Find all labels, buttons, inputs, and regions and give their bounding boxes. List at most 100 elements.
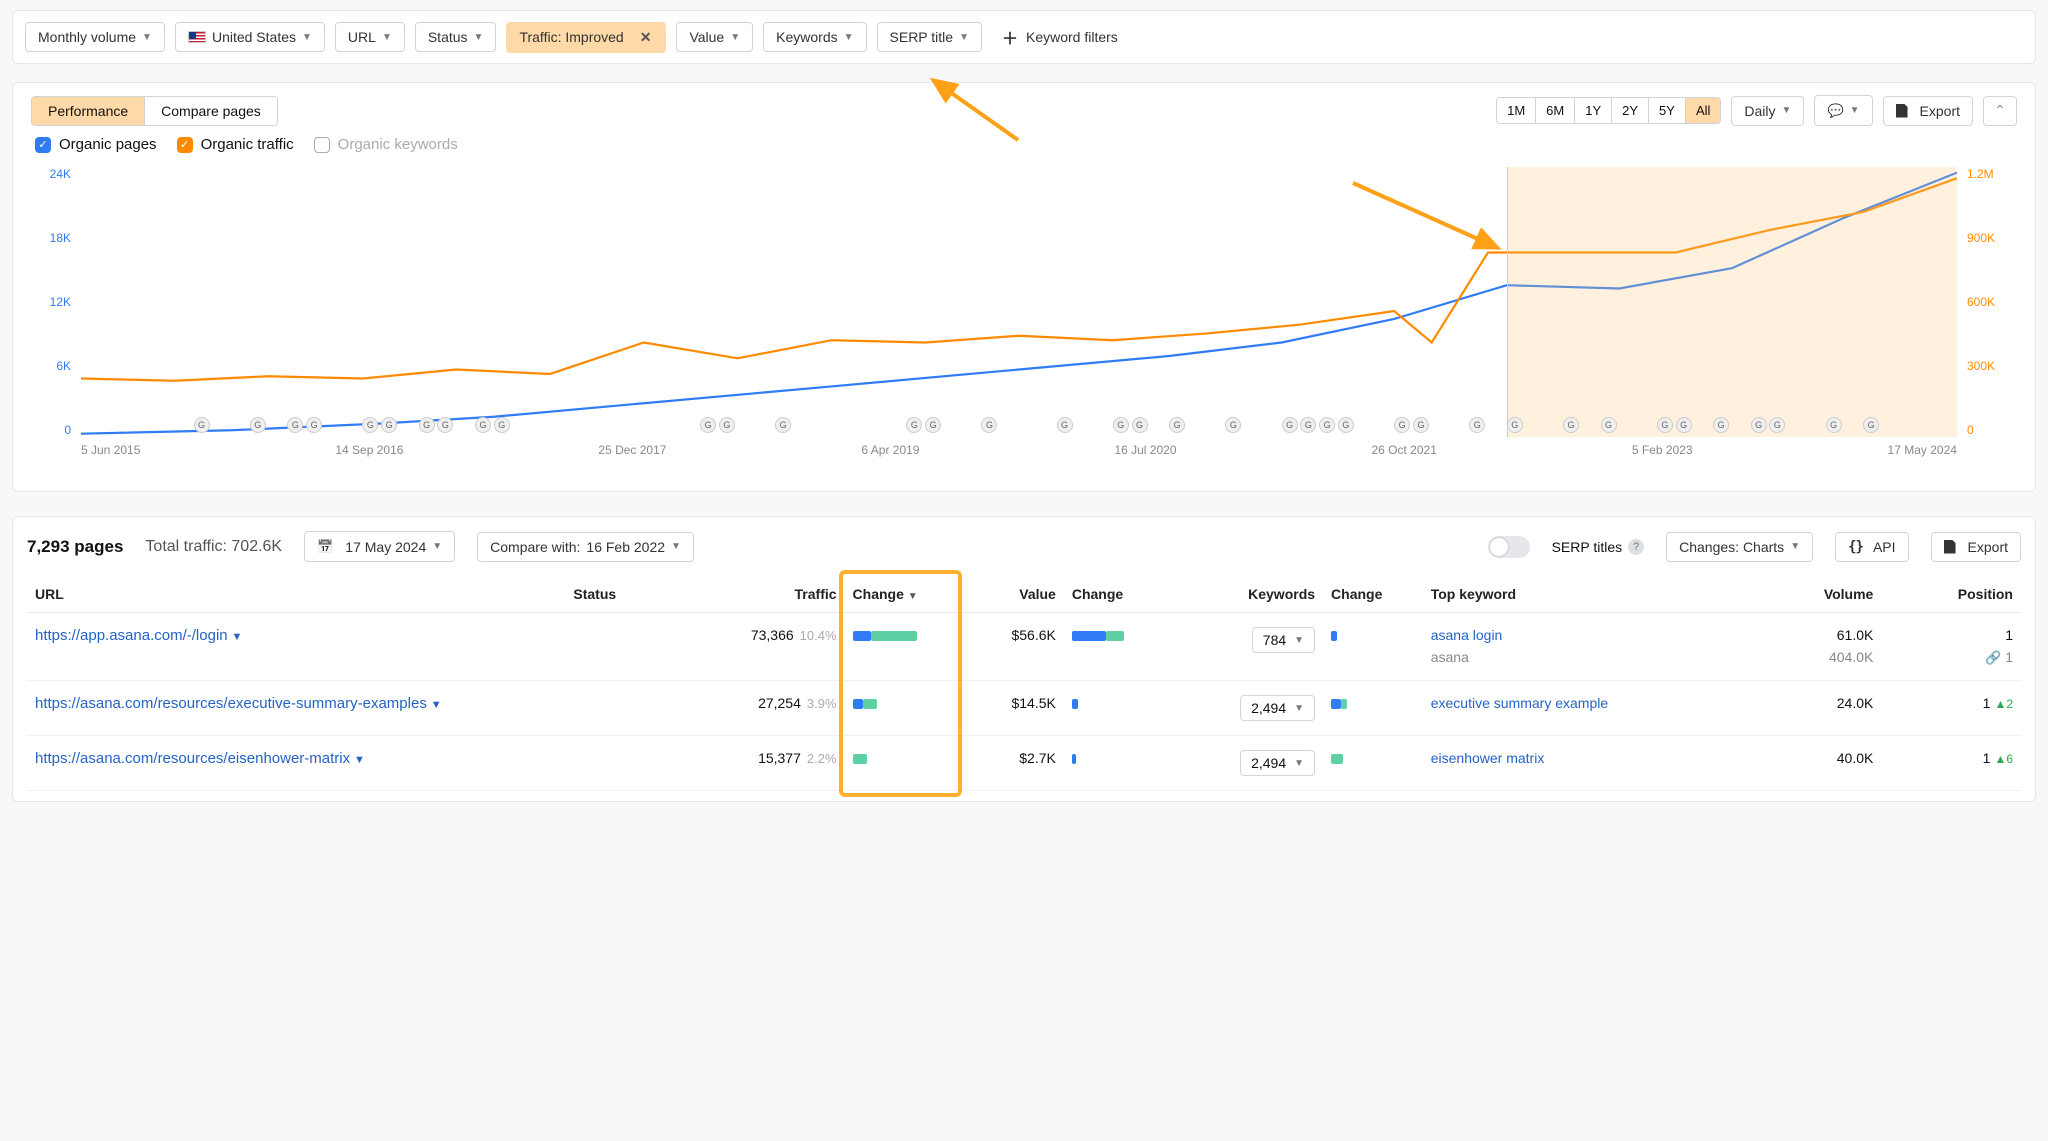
keywords-count-button[interactable]: 784 ▼: [1252, 627, 1315, 653]
google-update-icon[interactable]: G: [437, 417, 453, 433]
page-url-link[interactable]: https://asana.com/resources/eisenhower-m…: [35, 750, 350, 767]
api-button[interactable]: {}API: [1835, 532, 1908, 562]
google-update-icon[interactable]: G: [1826, 417, 1842, 433]
chevron-down-icon[interactable]: ▼: [431, 699, 442, 711]
granularity-select[interactable]: Daily▼: [1731, 96, 1804, 126]
col-status[interactable]: Status: [565, 576, 665, 613]
col-change-traffic[interactable]: Change ▼: [845, 576, 965, 613]
filter-keywords[interactable]: Keywords▼: [763, 22, 866, 52]
google-update-icon[interactable]: G: [250, 417, 266, 433]
legend-organic-traffic[interactable]: ✓Organic traffic: [177, 136, 294, 153]
top-keyword-link[interactable]: executive summary example: [1431, 695, 1608, 711]
google-update-icon[interactable]: G: [1469, 417, 1485, 433]
keywords-count-button[interactable]: 2,494 ▼: [1240, 695, 1315, 721]
legend-organic-pages[interactable]: ✓Organic pages: [35, 136, 157, 153]
filter-value[interactable]: Value▼: [676, 22, 753, 52]
col-volume[interactable]: Volume: [1742, 576, 1882, 613]
google-update-icon[interactable]: G: [494, 417, 510, 433]
google-update-icon[interactable]: G: [906, 417, 922, 433]
google-update-icon[interactable]: G: [381, 417, 397, 433]
google-update-icon[interactable]: G: [981, 417, 997, 433]
top-keyword-link[interactable]: asana login: [1431, 627, 1503, 643]
range-5y[interactable]: 5Y: [1648, 98, 1685, 123]
google-update-icon[interactable]: G: [1132, 417, 1148, 433]
date-picker[interactable]: 17 May 2024▼: [304, 531, 455, 562]
col-change-keywords[interactable]: Change: [1323, 576, 1423, 613]
tab-compare-pages[interactable]: Compare pages: [144, 97, 277, 125]
col-url[interactable]: URL: [27, 576, 565, 613]
filter-traffic-improved[interactable]: Traffic: Improved✕: [506, 22, 666, 53]
google-update-icon[interactable]: G: [1413, 417, 1429, 433]
col-value[interactable]: Value: [964, 576, 1064, 613]
col-keywords[interactable]: Keywords: [1183, 576, 1323, 613]
google-update-icon[interactable]: G: [1113, 417, 1129, 433]
top-keyword-link[interactable]: asana: [1431, 649, 1469, 665]
google-update-icon[interactable]: G: [1319, 417, 1335, 433]
page-url-link[interactable]: https://app.asana.com/-/login: [35, 627, 228, 644]
top-keyword-link[interactable]: eisenhower matrix: [1431, 750, 1545, 766]
export-table-button[interactable]: Export: [1931, 532, 2021, 562]
google-update-icon[interactable]: G: [1657, 417, 1673, 433]
range-6m[interactable]: 6M: [1535, 98, 1574, 123]
cell-status: [565, 613, 665, 681]
google-update-icon[interactable]: G: [1863, 417, 1879, 433]
google-update-icon[interactable]: G: [1507, 417, 1523, 433]
chevron-down-icon[interactable]: ▼: [232, 631, 243, 643]
chevron-down-icon[interactable]: ▼: [354, 754, 365, 766]
google-update-icon[interactable]: G: [1769, 417, 1785, 433]
range-2y[interactable]: 2Y: [1611, 98, 1648, 123]
serp-titles-toggle[interactable]: [1488, 536, 1530, 558]
google-update-icon[interactable]: G: [1676, 417, 1692, 433]
page-url-link[interactable]: https://asana.com/resources/executive-su…: [35, 695, 427, 712]
cell-url: https://app.asana.com/-/login ▼: [27, 613, 565, 681]
google-update-icon[interactable]: G: [700, 417, 716, 433]
google-update-icon[interactable]: G: [362, 417, 378, 433]
filter-url[interactable]: URL▼: [335, 22, 405, 52]
filter-status[interactable]: Status▼: [415, 22, 497, 52]
notes-button[interactable]: ▼: [1814, 95, 1872, 126]
google-update-icon[interactable]: G: [1394, 417, 1410, 433]
col-traffic[interactable]: Traffic: [665, 576, 844, 613]
google-update-icon[interactable]: G: [475, 417, 491, 433]
export-chart-button[interactable]: Export: [1883, 96, 1973, 126]
compare-date-picker[interactable]: Compare with: 16 Feb 2022▼: [477, 532, 694, 562]
google-update-icon[interactable]: G: [719, 417, 735, 433]
filter-country[interactable]: United States▼: [175, 22, 325, 52]
col-change-value[interactable]: Change: [1064, 576, 1184, 613]
google-update-icon[interactable]: G: [925, 417, 941, 433]
range-1y[interactable]: 1Y: [1574, 98, 1611, 123]
google-update-icon[interactable]: G: [306, 417, 322, 433]
google-update-icon[interactable]: G: [1169, 417, 1185, 433]
cell-value: $56.6K: [964, 613, 1064, 681]
google-update-icon[interactable]: G: [287, 417, 303, 433]
google-update-icon[interactable]: G: [775, 417, 791, 433]
range-all[interactable]: All: [1685, 98, 1720, 123]
google-update-icon[interactable]: G: [1282, 417, 1298, 433]
google-update-icon[interactable]: G: [1300, 417, 1316, 433]
checkbox-checked-icon: ✓: [177, 137, 193, 153]
close-icon[interactable]: ✕: [638, 29, 654, 46]
filter-serp-title[interactable]: SERP title▼: [877, 22, 982, 52]
google-update-icon[interactable]: G: [1225, 417, 1241, 433]
cell-top-keyword: executive summary example: [1423, 681, 1742, 736]
tab-performance[interactable]: Performance: [32, 97, 144, 125]
legend-organic-keywords[interactable]: Organic keywords: [314, 136, 458, 153]
filter-monthly-volume[interactable]: Monthly volume▼: [25, 22, 165, 52]
google-update-icon[interactable]: G: [1338, 417, 1354, 433]
google-update-icon[interactable]: G: [1563, 417, 1579, 433]
collapse-chart-button[interactable]: ⌃: [1983, 96, 2017, 126]
range-1m[interactable]: 1M: [1497, 98, 1535, 123]
col-top-keyword[interactable]: Top keyword: [1423, 576, 1742, 613]
google-update-icon[interactable]: G: [1601, 417, 1617, 433]
google-update-icon[interactable]: G: [1713, 417, 1729, 433]
chart[interactable]: 24K 18K 12K 6K 0 1.2M 900K 600K 300K 0 G…: [31, 167, 2017, 467]
col-position[interactable]: Position: [1881, 576, 2021, 613]
google-update-icon[interactable]: G: [419, 417, 435, 433]
changes-display-select[interactable]: Changes: Charts▼: [1666, 532, 1813, 562]
keyword-filters-button[interactable]: ＋Keyword filters: [992, 19, 1128, 55]
google-update-icon[interactable]: G: [1751, 417, 1767, 433]
google-update-icon[interactable]: G: [1057, 417, 1073, 433]
help-icon[interactable]: ?: [1628, 539, 1644, 555]
google-update-icon[interactable]: G: [194, 417, 210, 433]
keywords-count-button[interactable]: 2,494 ▼: [1240, 750, 1315, 776]
